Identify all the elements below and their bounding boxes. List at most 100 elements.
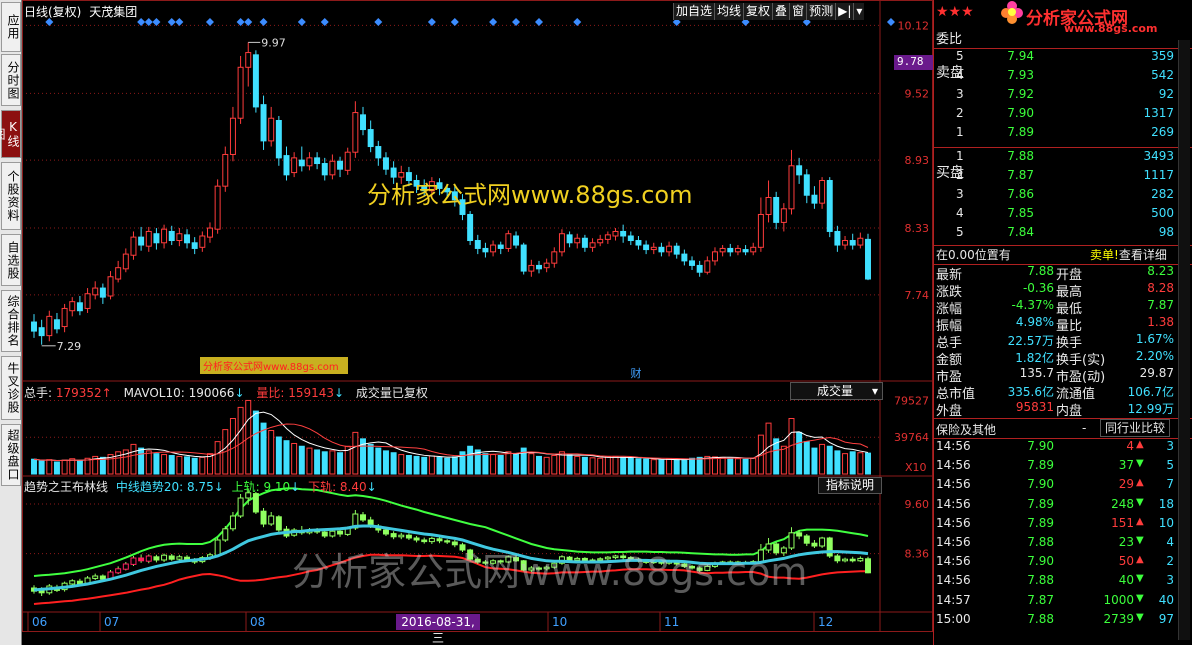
toolbar-button-4[interactable]: 窗 xyxy=(789,3,807,20)
arrow-down-icon: ▼ xyxy=(1136,535,1144,546)
nav-end-icon[interactable]: ▶| xyxy=(835,3,854,20)
candle-body xyxy=(803,174,810,196)
candle-body xyxy=(666,245,673,253)
tick-price: 7.90 xyxy=(1027,554,1054,569)
tab-left-7[interactable]: 超级盘口 xyxy=(1,424,21,486)
sell-price[interactable]: 7.92 xyxy=(974,87,1034,101)
compare-button[interactable]: 同行业比较 xyxy=(1100,419,1170,437)
candle-body xyxy=(558,233,565,253)
candle-body xyxy=(597,238,604,244)
indicator-help-button[interactable]: 指标说明 xyxy=(818,477,882,494)
sell-detail[interactable]: 卖单!查看详细 xyxy=(1090,246,1167,263)
volume-bar xyxy=(620,456,627,475)
toolbar-button-3[interactable]: 叠 xyxy=(772,3,790,20)
toolbar-button-1[interactable]: 均线 xyxy=(714,3,744,20)
candle-body xyxy=(826,180,833,232)
volume-bar xyxy=(130,443,137,475)
kline-chart-panel[interactable]: 10.12 9.52 8.93 8.33 7.74 9.97 7.29 分析家公式网www.8… xyxy=(22,0,933,645)
indicator-candle-body xyxy=(252,493,259,513)
liangbi-value: 159143 xyxy=(288,386,334,400)
tick-volume: 37 xyxy=(1118,458,1134,473)
sell-level: 1 xyxy=(956,125,964,139)
volume-bar xyxy=(803,441,810,475)
buy-price[interactable]: 7.84 xyxy=(974,225,1034,239)
candle-body xyxy=(627,235,634,242)
indicator-candle-body xyxy=(168,555,175,560)
stat-value: 2.20% xyxy=(1135,349,1174,363)
buy-level: 4 xyxy=(956,206,964,220)
signal-diamond-icon xyxy=(167,18,176,26)
volume-header: 总手: 179352↑ MAVOL10: 190066↓ 量比: 159143↓… xyxy=(24,384,428,401)
period-label[interactable]: 日线(复权) xyxy=(24,5,81,19)
tab-left-3[interactable]: 个股资料 xyxy=(1,162,21,230)
volume-bar xyxy=(796,431,803,475)
candle-body xyxy=(398,172,405,178)
candle-body xyxy=(773,196,780,223)
volume-bar xyxy=(689,457,696,475)
arrow-up-icon: ▲ xyxy=(1136,477,1144,489)
buy-price[interactable]: 7.86 xyxy=(974,187,1034,201)
tab-left-4[interactable]: 自选股 xyxy=(1,234,21,286)
sell-price[interactable]: 7.93 xyxy=(974,68,1034,82)
sell-price[interactable]: 7.89 xyxy=(974,125,1034,139)
detail-link[interactable]: 查看详细 xyxy=(1119,248,1167,262)
toolbar-button-2[interactable]: 复权 xyxy=(743,3,773,20)
chevron-down-icon: ▾ xyxy=(871,384,878,398)
candle-body xyxy=(314,157,321,165)
candle-body xyxy=(643,244,650,251)
chart-canvas[interactable]: 10.12 9.52 8.93 8.33 7.74 9.97 7.29 分析家公式网www.8… xyxy=(22,0,933,632)
quote-scrollbar[interactable] xyxy=(1178,40,1190,640)
buy-price[interactable]: 7.88 xyxy=(974,149,1034,163)
candle-body xyxy=(138,236,145,246)
stat-label: 内盘 xyxy=(1056,404,1083,419)
candle-body xyxy=(31,321,37,332)
sell-price[interactable]: 7.90 xyxy=(974,106,1034,120)
toolbar-button-5[interactable]: 预测 xyxy=(806,3,836,20)
signal-diamond-icon xyxy=(374,18,383,26)
tick-volume: 50 xyxy=(1118,554,1134,569)
candle-body xyxy=(168,230,175,242)
tab-left-1[interactable]: 分时图 xyxy=(1,54,21,106)
indicator-candle-body xyxy=(99,575,106,580)
small-watermark-text: 分析家公式网www.88gs.com xyxy=(203,360,339,373)
candle-body xyxy=(681,253,688,262)
candle-body xyxy=(145,230,152,247)
arrow-down-icon: ↓ xyxy=(290,480,301,494)
buy-price[interactable]: 7.87 xyxy=(974,168,1034,182)
tab-left-2[interactable]: K线图 xyxy=(0,110,21,158)
volume-bar xyxy=(505,451,512,475)
arrow-down-icon: ↓ xyxy=(213,480,224,494)
buy-price[interactable]: 7.85 xyxy=(974,206,1034,220)
volume-bar xyxy=(283,440,290,475)
chevron-down-icon[interactable]: ▾ xyxy=(853,3,865,20)
indicator-name[interactable]: 趋势之王布林线 xyxy=(24,480,108,494)
candle-body xyxy=(291,157,298,174)
sell-price[interactable]: 7.94 xyxy=(974,49,1034,63)
volume-bar xyxy=(597,457,604,475)
tick-count: 40 xyxy=(1158,592,1174,607)
sell-side-label: 卖盘 xyxy=(936,65,964,81)
indicator-candle-body xyxy=(321,531,328,537)
volume-selector[interactable]: 成交量 ▾ xyxy=(790,382,883,400)
volume-bar xyxy=(291,442,298,475)
toolbar-button-0[interactable]: 加自选 xyxy=(673,3,715,20)
arrow-down-icon: ↓ xyxy=(366,480,377,494)
signal-diamond-icon xyxy=(236,18,245,26)
sector-label[interactable]: 保险及其他 xyxy=(936,421,996,438)
indicator-candle-body xyxy=(842,558,849,562)
volume-bar xyxy=(673,459,680,475)
tick-price: 7.90 xyxy=(1027,477,1054,492)
tab-left-5[interactable]: 综合排名 xyxy=(1,290,21,352)
volume-bar xyxy=(666,458,673,475)
rating-stars-icon: ★★★ xyxy=(936,4,974,20)
logo-flower-icon xyxy=(1000,0,1024,24)
tick-volume: 40 xyxy=(1118,573,1134,588)
tick-count: 4 xyxy=(1166,535,1174,549)
tab-left-0[interactable]: 应用 xyxy=(1,2,21,52)
volume-bar xyxy=(497,455,504,475)
tick-volume: 1000 xyxy=(1103,592,1134,607)
tab-left-6[interactable]: 牛叉诊股 xyxy=(1,356,21,420)
month-label: 10 xyxy=(552,615,567,629)
up-value: 9.10 xyxy=(263,480,291,494)
volume-bar xyxy=(467,445,474,475)
